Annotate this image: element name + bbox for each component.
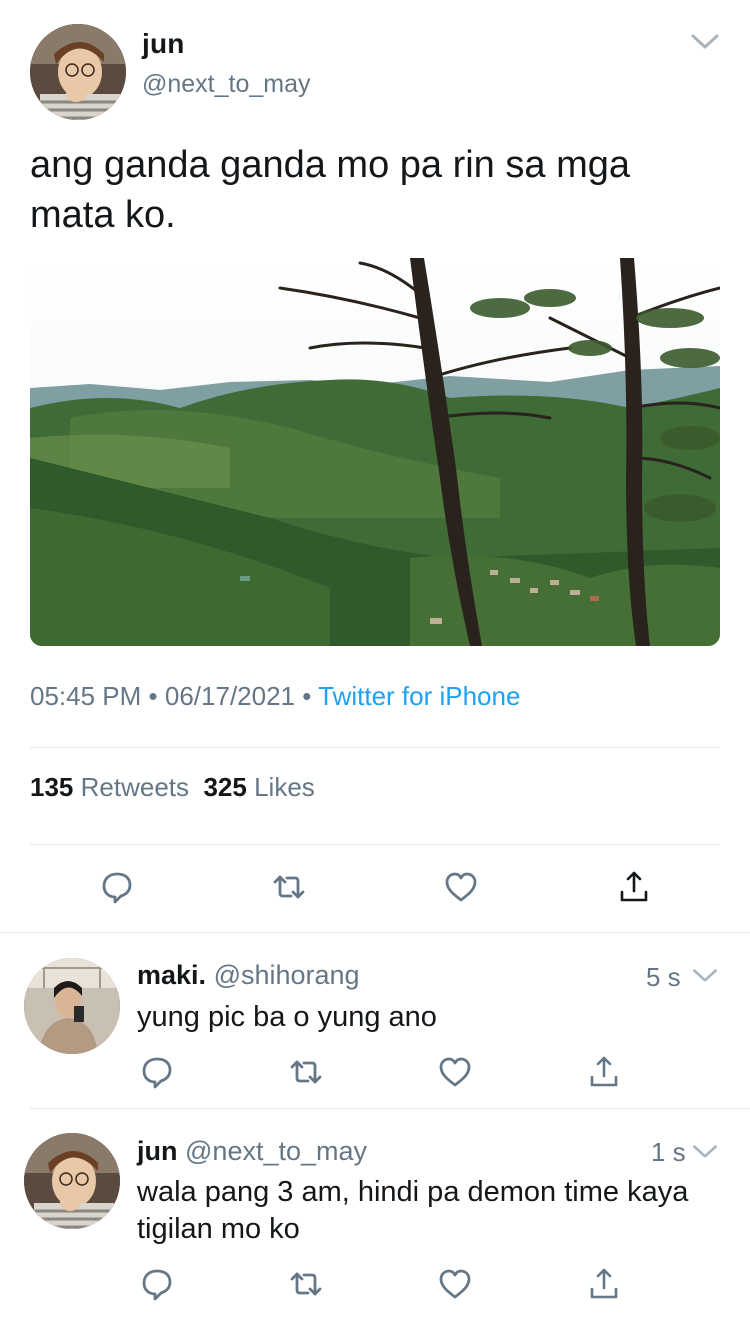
like-button[interactable] (435, 1264, 475, 1304)
tweet-source-link[interactable]: Twitter for iPhone (318, 681, 520, 711)
main-author-avatar[interactable] (30, 24, 126, 120)
main-author-handle[interactable]: @next_to_may (142, 70, 311, 99)
divider (30, 1108, 750, 1109)
tweet-text: ang ganda ganda mo pa rin sa mga mata ko… (30, 144, 630, 236)
retweet-button[interactable] (286, 1052, 326, 1092)
likes-label: Likes (254, 772, 315, 802)
reply-text: yung pic ba o yung ano (137, 1001, 437, 1033)
reply-author-handle[interactable]: @shihorang (214, 960, 360, 990)
reply-author-name[interactable]: maki. (137, 960, 206, 990)
reply-icon (102, 872, 132, 904)
divider (30, 844, 720, 845)
heart-icon (439, 1057, 471, 1087)
like-button[interactable] (441, 867, 481, 907)
reply-avatar[interactable] (24, 1133, 120, 1229)
chevron-down-icon[interactable] (690, 1136, 720, 1166)
retweets-count: 135 (30, 772, 74, 802)
reply-button[interactable] (97, 867, 137, 907)
retweet-icon (273, 875, 305, 899)
meta-separator: • (302, 681, 312, 711)
reply-icon (142, 1269, 172, 1301)
retweet-icon (290, 1272, 322, 1296)
reply-author-name[interactable]: jun (137, 1136, 178, 1166)
tweet-date: 06/17/2021 (164, 681, 296, 711)
share-icon (590, 1056, 618, 1087)
retweets-stat[interactable]: 135 Retweets (30, 772, 189, 802)
share-button[interactable] (584, 1052, 624, 1092)
retweets-label: Retweets (80, 772, 190, 802)
tweet-photo[interactable] (30, 258, 720, 646)
chevron-down-icon[interactable] (688, 24, 722, 58)
reply-text: wala pang 3 am, hindi pa demon time kaya… (137, 1176, 689, 1245)
chevron-down-icon[interactable] (690, 960, 720, 990)
landscape-image (30, 258, 720, 646)
heart-icon (439, 1269, 471, 1299)
reply-button[interactable] (137, 1052, 177, 1092)
meta-separator: • (148, 681, 158, 711)
retweet-button[interactable] (286, 1264, 326, 1304)
share-icon (590, 1268, 618, 1299)
share-button[interactable] (614, 867, 654, 907)
retweet-button[interactable] (269, 867, 309, 907)
share-icon (620, 871, 648, 902)
tweet-stats: 135 Retweets 325 Likes (30, 772, 315, 803)
likes-stat[interactable]: 325 Likes (203, 772, 314, 802)
reply-author-handle[interactable]: @next_to_may (185, 1136, 367, 1166)
tweet-meta: 05:45 PM • 06/17/2021 • Twitter for iPho… (30, 681, 520, 712)
reply-header: jun @next_to_may (137, 1136, 367, 1167)
reply-time: 1 s (651, 1137, 686, 1167)
reply-header: maki. @shihorang (137, 960, 360, 991)
reply-avatar[interactable] (24, 958, 120, 1054)
share-button[interactable] (584, 1264, 624, 1304)
divider (0, 932, 750, 933)
likes-count: 325 (203, 772, 247, 802)
main-author-name[interactable]: jun (142, 28, 185, 60)
retweet-icon (290, 1060, 322, 1084)
reply-time: 5 s (646, 962, 681, 992)
like-button[interactable] (435, 1052, 475, 1092)
heart-icon (445, 872, 477, 902)
reply-icon (142, 1057, 172, 1089)
reply-button[interactable] (137, 1264, 177, 1304)
tweet-time: 05:45 PM (30, 681, 142, 711)
divider (30, 747, 720, 748)
